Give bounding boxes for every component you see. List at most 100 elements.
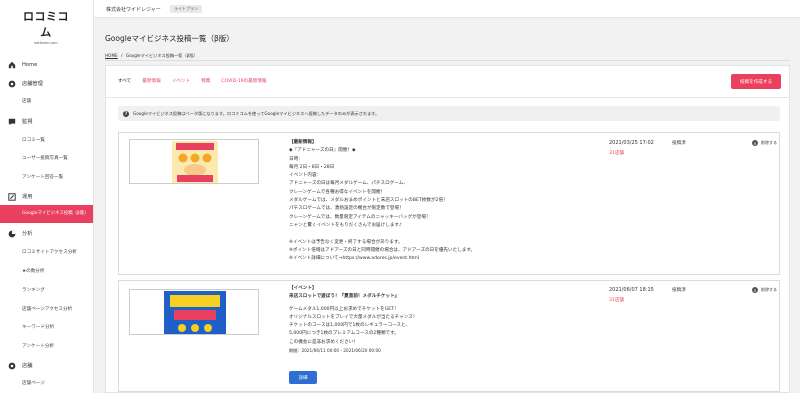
help-icon: ? xyxy=(123,110,129,117)
sidebar-item-label: アンケート回答一覧 xyxy=(22,175,64,180)
tab-event[interactable]: イベント xyxy=(172,78,190,84)
logo-text: ロコミコム xyxy=(23,10,69,39)
chart-icon xyxy=(8,230,16,237)
post-line xyxy=(289,230,599,238)
post-store-count[interactable]: 31店舗 xyxy=(609,150,624,156)
delete-label: 削除する xyxy=(761,140,777,145)
close-icon: × xyxy=(752,140,758,146)
posts-panel: すべて 最新情報 イベント 特典 COVID-19の最新情報 投稿を作成する ?… xyxy=(105,65,790,393)
sidebar-item-label: 店舗管理 xyxy=(22,81,43,87)
post-line: パチスロゲームでは、激熱設定の機台が限定数で登場！ xyxy=(289,206,404,212)
sidebar-item-star-analysis[interactable]: ★の数分析 xyxy=(0,266,93,276)
sidebar-item-label: 分析 xyxy=(22,231,33,237)
sidebar-item-review-list[interactable]: ロコミ一覧 xyxy=(0,135,93,145)
post-line: ※ポイント倍増はアドアーズの日と同時開催の場合は、アドアーズの日を優先いたします… xyxy=(289,247,476,253)
sidebar-item-label: Home xyxy=(22,61,38,68)
post-line: チケットのコースは1,000円で1枚のレギュラーコースと、 xyxy=(289,323,411,329)
breadcrumb-current: Googleマイビジネス投稿一覧（β版） xyxy=(125,53,198,58)
filter-tabs: すべて 最新情報 イベント 特典 COVID-19の最新情報 xyxy=(118,78,278,84)
tab-offer[interactable]: 特典 xyxy=(201,78,210,84)
post-image[interactable] xyxy=(129,289,259,335)
sidebar-item-label: ランキング xyxy=(22,288,45,293)
logo[interactable]: ロコミコム kotikomi.com xyxy=(20,8,72,45)
sidebar-item-label: 店舗ページ xyxy=(22,381,45,386)
tab-covid19[interactable]: COVID-19の最新情報 xyxy=(221,78,266,84)
company-name: 株式会社ワイドレジャー xyxy=(106,7,161,13)
post-card: 【イベント】 来店スロットで遊ぼう！『夏直前！メダルチケット』 ゲームメダル1,… xyxy=(118,280,780,392)
settings-icon xyxy=(8,80,16,87)
post-type-label: 【イベント】 xyxy=(289,286,317,291)
post-line: 毎月 2日・8日・28日 xyxy=(289,164,335,170)
sidebar-item-keyword-analysis[interactable]: キーワード分析 xyxy=(0,322,93,332)
post-period: 期間：2021/06/11 00:00 - 2021/06/20 00:00 xyxy=(289,348,381,354)
sidebar-item-home[interactable]: Home xyxy=(0,59,93,70)
sidebar-item-store-page-access[interactable]: 店舗ページアクセス分析 xyxy=(0,304,93,314)
post-line: ※イベント詳細について→https://www.adores.jp/event.… xyxy=(289,256,420,262)
post-line: ※イベントは予告なく変更・終了する場合があります。 xyxy=(289,239,403,245)
post-line: クレーンゲームでは、数量限定アイテムのニャッキーバッグが登場！ xyxy=(289,214,431,220)
sidebar-item-google-business-posts[interactable]: Googleマイビジネス投稿（β版） xyxy=(0,205,93,223)
post-line: アドニャーズの日は毎月メダルゲーム、パチスロゲーム、 xyxy=(289,181,408,187)
close-icon: × xyxy=(752,287,758,293)
sidebar-item-store-page[interactable]: 店舗ページ xyxy=(0,378,93,388)
breadcrumb-separator: / xyxy=(121,53,123,58)
sidebar-item-survey-analysis[interactable]: アンケート分析 xyxy=(0,341,93,351)
sidebar-item-analysis[interactable]: 分析 xyxy=(0,228,93,239)
sidebar-item-label: ユーザー投稿写真一覧 xyxy=(22,156,68,161)
sidebar-item-monitoring[interactable]: 監視 xyxy=(0,116,93,127)
home-icon xyxy=(8,61,16,68)
post-card: 【最新情報】 ◆『アドニャーズの日』開催！◆ 日時： 毎月 2日・8日・28日 … xyxy=(118,132,780,275)
post-content: 【最新情報】 ◆『アドニャーズの日』開催！◆ 日時： 毎月 2日・8日・28日 … xyxy=(289,139,599,263)
sidebar-item-stores[interactable]: 店舗 xyxy=(0,360,93,371)
delete-label: 削除する xyxy=(761,287,777,292)
sidebar-item-label: 店舗 xyxy=(22,363,33,369)
post-line: ゲームメダル1,000円以上お求めでチケットをGET！ xyxy=(289,306,399,312)
notice-text: Googleマイビジネス投稿はベータ版になります。ロコミコムを使ってGoogle… xyxy=(133,110,380,116)
breadcrumb: HOME / Googleマイビジネス投稿一覧（β版） xyxy=(105,53,198,59)
sidebar-item-user-photos[interactable]: ユーザー投稿写真一覧 xyxy=(0,153,93,163)
sidebar-item-survey-answers[interactable]: アンケート回答一覧 xyxy=(0,172,93,182)
detail-button[interactable]: 詳細 xyxy=(289,371,317,384)
settings-icon xyxy=(8,362,16,369)
post-type-label: 【最新情報】 xyxy=(289,140,317,145)
post-store-count[interactable]: 31店舗 xyxy=(609,297,624,303)
sidebar-item-label: ロコミ一覧 xyxy=(22,138,45,143)
create-post-button[interactable]: 投稿を作成する xyxy=(731,74,781,89)
tab-all[interactable]: すべて xyxy=(118,78,131,84)
breadcrumb-home-link[interactable]: HOME xyxy=(105,53,118,58)
topbar: 株式会社ワイドレジャー ライトプラン xyxy=(94,0,800,18)
sidebar-item-label: 運用 xyxy=(22,194,33,200)
post-line: メダルゲームでは、メダルおまめポイントと末店スロットのBET枚数が2倍！ xyxy=(289,198,448,204)
sidebar-item-store[interactable]: 店舗 xyxy=(0,96,93,106)
post-status: 投稿済 xyxy=(672,141,686,146)
page-title: Googleマイビジネス投稿一覧（β版） xyxy=(105,34,234,43)
post-line: クレーンゲームで各種お得なイベントを開催！ xyxy=(289,189,386,195)
delete-button[interactable]: × 削除する xyxy=(752,287,777,293)
delete-button[interactable]: × 削除する xyxy=(752,140,777,146)
divider xyxy=(106,97,789,98)
post-date: 2021/06/07 18:15 xyxy=(609,287,654,293)
sidebar-item-label: 店舗ページアクセス分析 xyxy=(22,307,73,312)
sidebar-item-operation[interactable]: 運用 xyxy=(0,191,93,202)
post-line: オリジナルスロットをプレイで大量メダルが当たるチャンス！ xyxy=(289,314,418,320)
sidebar-item-review-site-access[interactable]: ロコミサイトアクセス分析 xyxy=(0,247,93,257)
divider xyxy=(105,60,790,61)
post-content: 【イベント】 来店スロットで遊ぼう！『夏直前！メダルチケット』 ゲームメダル1,… xyxy=(289,285,599,355)
chat-icon xyxy=(8,118,16,125)
sidebar-item-label: 店舗 xyxy=(22,99,32,104)
post-title: 来店スロットで遊ぼう！『夏直前！メダルチケット』 xyxy=(289,294,400,300)
post-line: イベント内容： xyxy=(289,173,322,179)
tab-latest-info[interactable]: 最新情報 xyxy=(142,78,160,84)
post-line: ニャンと驚くイベントをもりだくさんでお届けします♪ xyxy=(289,222,402,228)
sidebar-item-ranking[interactable]: ランキング xyxy=(0,285,93,295)
sidebar-item-label: Googleマイビジネス投稿（β版） xyxy=(22,211,89,217)
plan-badge: ライトプラン xyxy=(170,5,202,13)
sidebar-item-label: ★の数分析 xyxy=(22,269,45,274)
post-line: この機会に是非お求めください！ xyxy=(289,339,358,345)
post-date: 2021/03/25 17:02 xyxy=(609,140,654,146)
sidebar-item-store-management[interactable]: 店舗管理 xyxy=(0,78,93,89)
post-image[interactable] xyxy=(129,139,259,184)
edit-icon xyxy=(8,192,16,201)
post-line: 5,000円につき1枚のプレミアムコースの2種類です。 xyxy=(289,331,399,337)
post-image-graphic xyxy=(130,290,258,334)
